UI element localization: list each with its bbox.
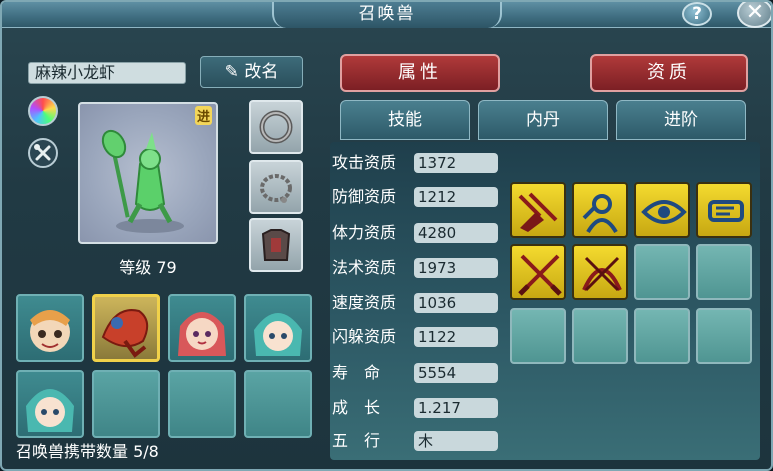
skill-slot-3[interactable] [634,182,690,238]
skill-slot-1[interactable] [510,182,566,238]
pet-avatar-teal-hair-girl-2 [26,389,74,432]
tools-button[interactable] [28,138,58,168]
pet-avatar-teal-hair-girl [254,313,302,356]
title-bar: 召唤兽 ? ✕ [2,2,771,28]
stat-value: 4280 [414,223,498,243]
pet-slot[interactable] [16,294,84,362]
promote-badge: 进 [194,106,212,125]
skill-slot-6[interactable] [572,244,628,300]
tab-attributes[interactable]: 属性 [340,54,500,92]
skill-slot-5[interactable] [510,244,566,300]
stat-label: 体力资质 [332,223,397,242]
pet-portrait: 进 [78,102,218,244]
skill-slot-2[interactable] [572,182,628,238]
skill-slot-empty[interactable] [572,308,628,364]
skill-slot-empty[interactable] [634,308,690,364]
pet-level: 等级 79 [119,258,177,277]
pet-avatar-sun-wukong [30,310,70,352]
skill-slot-empty[interactable] [696,244,752,300]
skill-slot-empty[interactable] [510,308,566,364]
eye-icon [641,200,687,224]
stat-value: 5554 [414,363,498,383]
hammer-wrench-icon [34,144,51,161]
crossed-bows-icon [582,256,622,292]
stat-value: 1.217 [414,398,498,418]
stat-value: 1372 [414,153,498,173]
skill-slot-4[interactable] [696,182,752,238]
color-dye-button[interactable] [28,96,58,126]
rename-button[interactable]: ✎ 改名 [200,56,303,88]
skill-slot-empty[interactable] [634,244,690,300]
stat-value: 1122 [414,327,498,347]
close-button[interactable]: ✕ [737,2,771,28]
pet-slot[interactable] [168,294,236,362]
stat-label: 闪躲资质 [332,327,397,346]
pet-slot-empty[interactable] [168,370,236,438]
summon-beast-window: 召唤兽 ? ✕ 麻辣小龙虾 ✎ 改名 进 等级 79 召唤兽携带数量 5/8 属… [0,0,773,471]
pet-slot[interactable] [244,294,312,362]
hand-scroll-icon [708,200,744,222]
stat-value: 1212 [414,187,498,207]
pet-name-field[interactable]: 麻辣小龙虾 [28,62,186,84]
equip-slot-bracelet[interactable] [249,160,303,214]
stat-label: 寿 命 [332,363,381,382]
stat-value: 1973 [414,258,498,278]
stat-label: 法术资质 [332,258,397,277]
pet-avatar-fox-girl [178,312,226,356]
pencil-icon: ✎ [224,62,239,82]
stat-label: 成 长 [332,398,381,417]
pet-model-image [101,129,184,233]
sword-strike-icon [518,192,558,232]
stat-label: 攻击资质 [332,153,397,172]
skill-slot-empty[interactable] [696,308,752,364]
rename-button-label: 改名 [244,62,279,82]
window-title: 召唤兽 [272,2,502,28]
guardian-figure-icon [582,194,618,234]
tab-aptitude[interactable]: 资质 [590,54,748,92]
crossed-swords-icon [518,254,562,296]
ring-necklace-icon [259,110,293,144]
tab-inner-pill[interactable]: 内丹 [478,100,608,140]
bracelet-icon [260,174,292,203]
pet-avatar-crayfish [101,309,149,358]
help-button[interactable]: ? [682,2,712,26]
tab-skills[interactable]: 技能 [340,100,470,140]
tab-advance[interactable]: 进阶 [616,100,746,140]
pet-slot-empty[interactable] [244,370,312,438]
equip-slot-necklace[interactable] [249,100,303,154]
stat-label: 速度资质 [332,293,397,312]
pet-slot[interactable] [16,370,84,438]
stat-label: 五 行 [332,431,381,450]
stat-label: 防御资质 [332,187,397,206]
equip-slot-armor[interactable] [249,218,303,272]
pet-slot-empty[interactable] [92,370,160,438]
stat-value: 木 [414,431,498,451]
stat-value: 1036 [414,293,498,313]
pet-slot-selected[interactable] [92,294,160,362]
armor-icon [261,229,291,261]
carry-count: 召唤兽携带数量 5/8 [16,442,159,461]
